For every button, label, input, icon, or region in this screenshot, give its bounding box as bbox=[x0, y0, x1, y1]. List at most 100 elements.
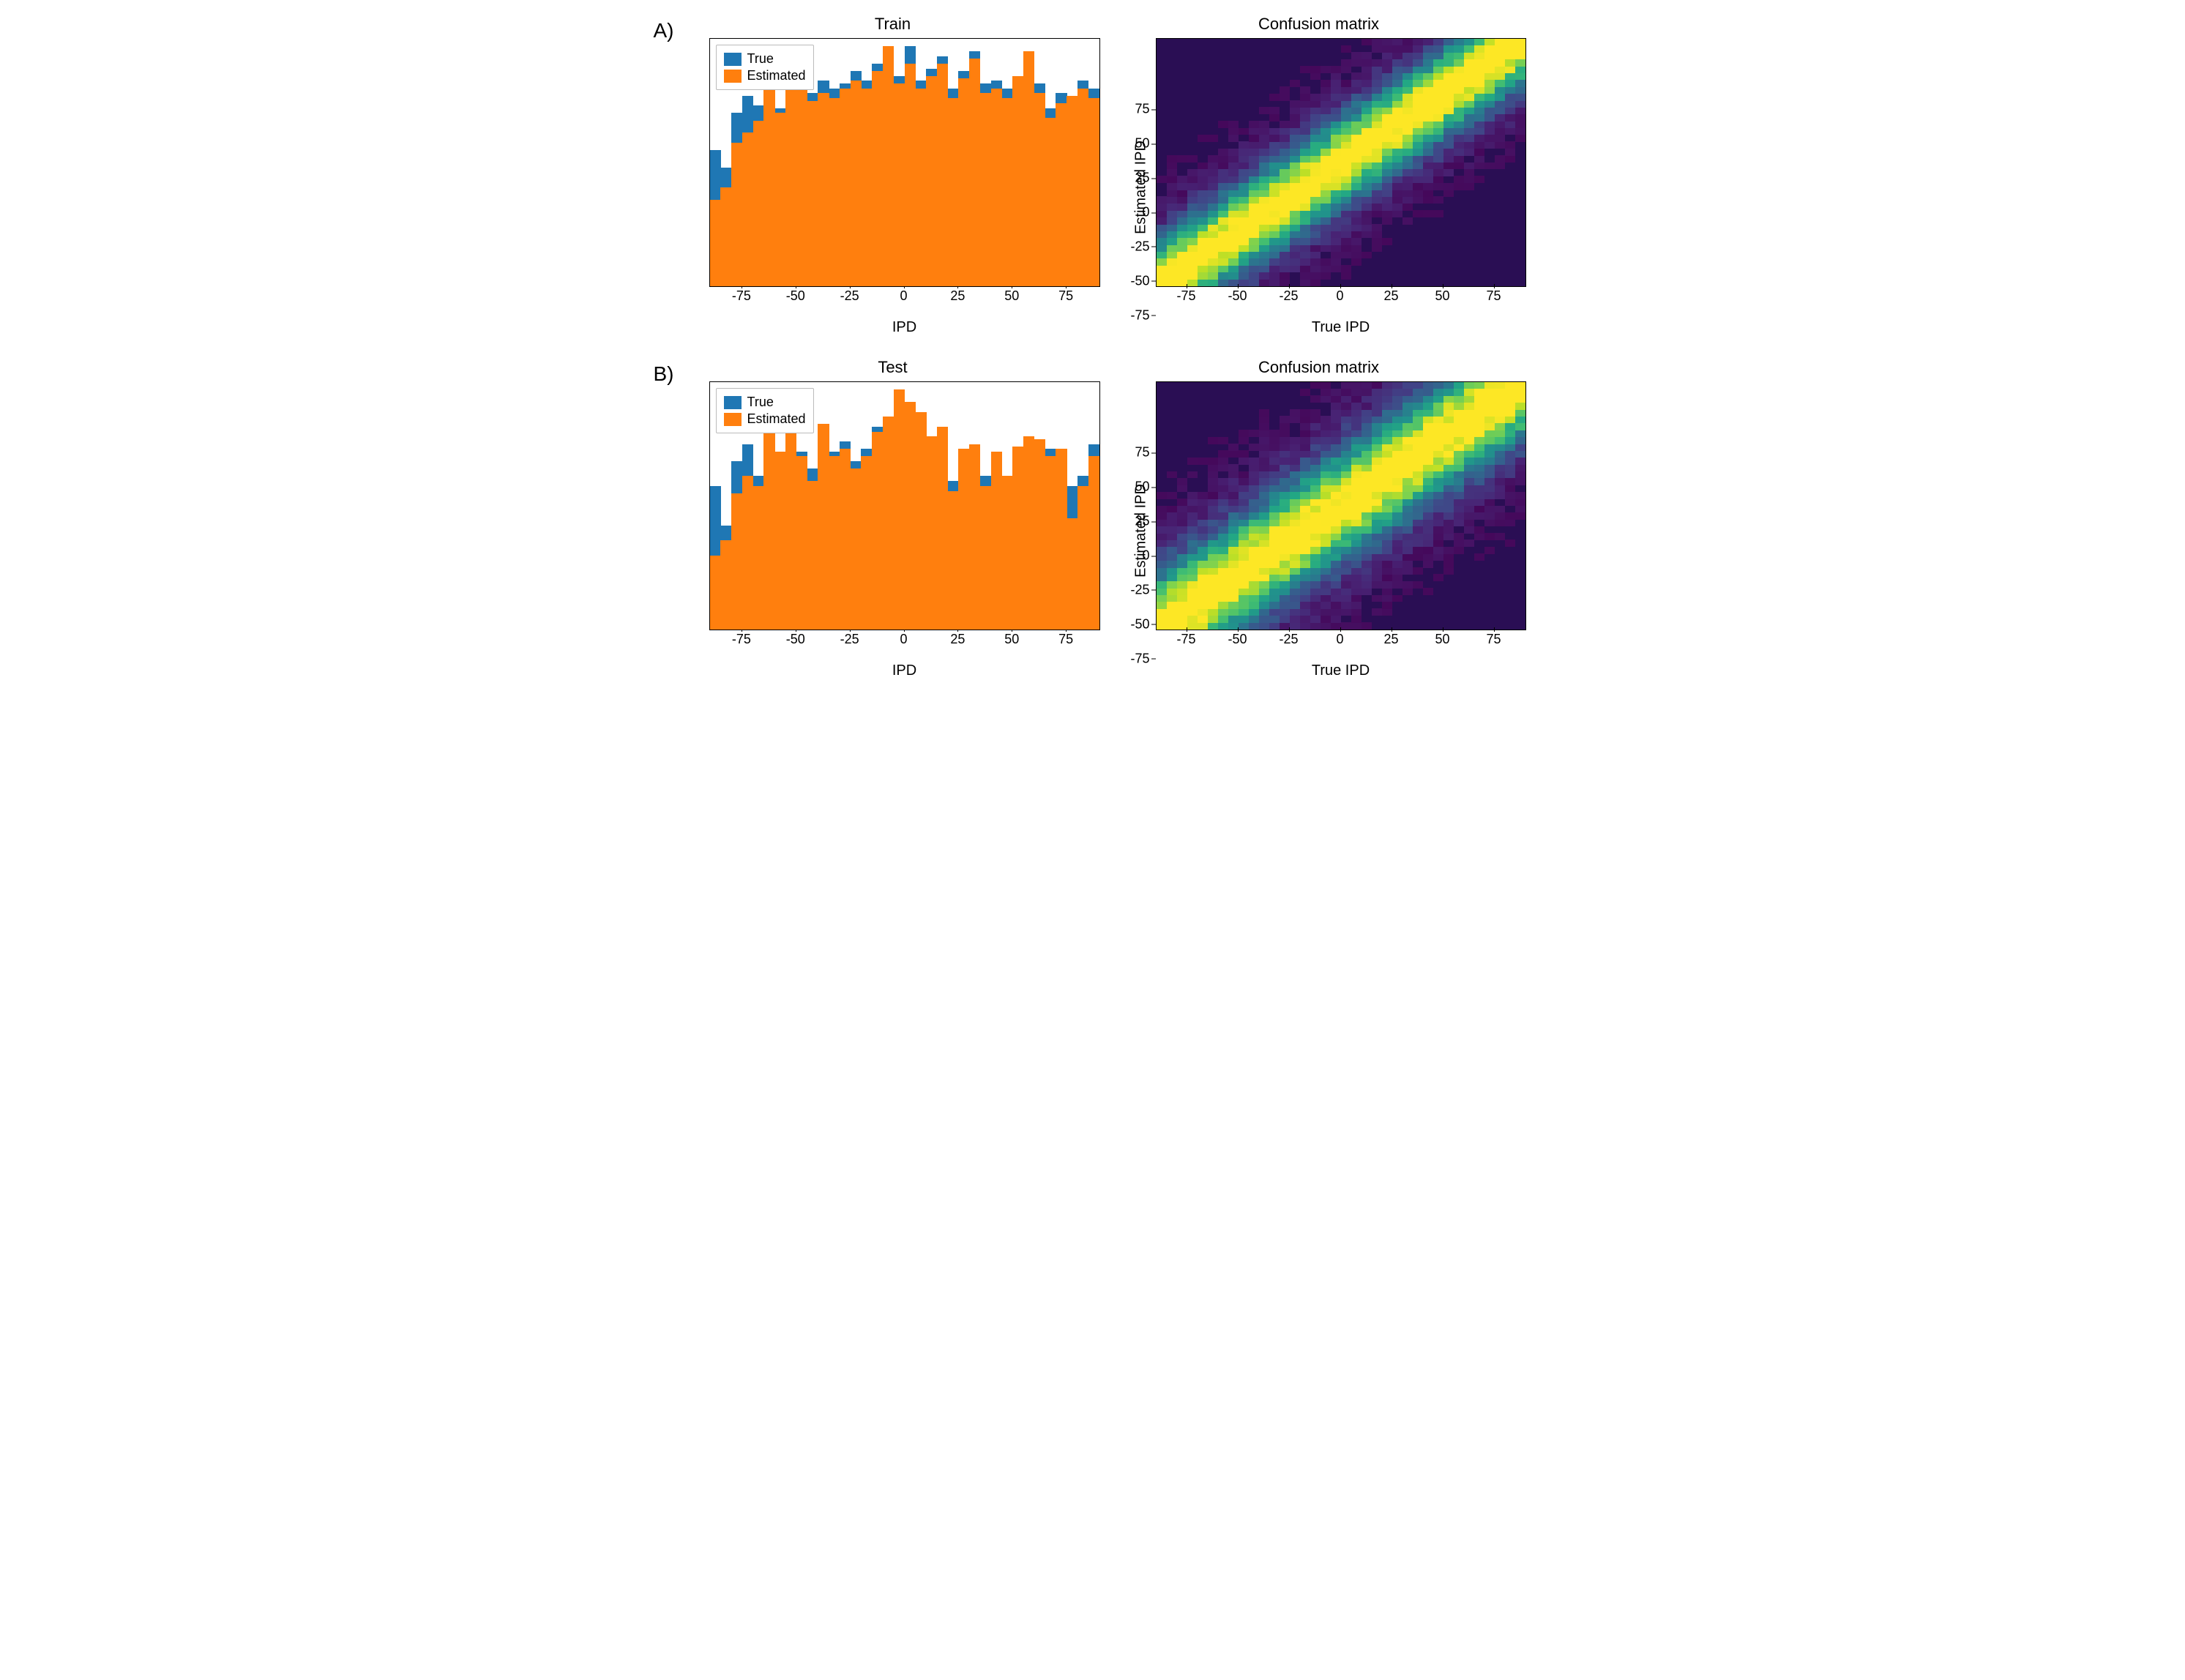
heat-cell bbox=[1280, 252, 1291, 259]
heat-cell bbox=[1351, 190, 1362, 197]
bar-estimated bbox=[720, 540, 731, 630]
heat-cell bbox=[1351, 403, 1362, 410]
heat-cell bbox=[1495, 471, 1506, 479]
bar-estimated bbox=[840, 89, 851, 286]
heat-cell bbox=[1362, 499, 1372, 506]
heat-cell bbox=[1331, 114, 1342, 122]
heat-cell bbox=[1218, 265, 1229, 272]
heat-cell bbox=[1208, 265, 1219, 272]
heat-cell bbox=[1280, 155, 1291, 163]
heat-cell bbox=[1290, 231, 1301, 238]
heat-cell bbox=[1290, 416, 1301, 423]
heat-cell bbox=[1484, 66, 1495, 73]
heat-cell bbox=[1454, 416, 1465, 423]
panel-label-a: A) bbox=[654, 15, 680, 42]
heat-cell bbox=[1362, 547, 1372, 554]
heat-cell bbox=[1464, 485, 1475, 492]
bar-estimated bbox=[948, 98, 959, 286]
heat-cell bbox=[1280, 464, 1291, 471]
heat-cell bbox=[1269, 608, 1280, 616]
heat-cell bbox=[1351, 258, 1362, 266]
heat-cell bbox=[1208, 464, 1219, 471]
bar-estimated bbox=[785, 424, 796, 630]
heat-cell bbox=[1198, 183, 1209, 190]
heat-cell bbox=[1413, 149, 1424, 156]
heat-cell bbox=[1208, 135, 1219, 142]
heat-cell bbox=[1259, 574, 1270, 581]
heat-cell bbox=[1464, 121, 1475, 128]
heat-cell bbox=[1484, 409, 1495, 417]
heat-cell bbox=[1454, 395, 1465, 403]
heat-cell bbox=[1280, 471, 1291, 479]
heat-cell bbox=[1402, 512, 1413, 520]
panel-label-b: B) bbox=[654, 358, 680, 386]
heat-cell bbox=[1259, 567, 1270, 575]
heat-cell bbox=[1280, 135, 1291, 142]
heat-cell bbox=[1187, 533, 1198, 540]
heat-cell bbox=[1259, 163, 1270, 170]
heat-cell bbox=[1341, 478, 1352, 485]
heat-cell bbox=[1464, 458, 1475, 465]
heat-cell bbox=[1310, 519, 1321, 526]
heat-cell bbox=[1372, 553, 1383, 561]
heat-cell bbox=[1443, 492, 1454, 499]
heat-cell bbox=[1423, 512, 1434, 520]
heat-cell bbox=[1382, 478, 1393, 485]
heat-cell bbox=[1239, 519, 1250, 526]
heat-cell bbox=[1402, 94, 1413, 101]
heat-cell bbox=[1157, 608, 1168, 616]
heat-cell bbox=[1495, 478, 1506, 485]
heat-cell bbox=[1228, 238, 1239, 245]
heat-cell bbox=[1269, 196, 1280, 204]
heat-cell bbox=[1372, 121, 1383, 128]
heat-cell bbox=[1362, 567, 1372, 575]
heat-cell bbox=[1239, 561, 1250, 568]
heat-cell bbox=[1218, 540, 1229, 547]
heat-cell bbox=[1382, 100, 1393, 108]
heat-cell bbox=[1402, 128, 1413, 135]
heat-cell bbox=[1382, 94, 1393, 101]
heat-cell bbox=[1280, 561, 1291, 568]
heat-cell bbox=[1474, 444, 1485, 451]
heat-cell bbox=[1239, 272, 1250, 280]
heat-cell bbox=[1187, 204, 1198, 211]
heat-cell bbox=[1413, 533, 1424, 540]
heat-cell bbox=[1290, 183, 1301, 190]
heat-cell bbox=[1321, 574, 1331, 581]
heat-cell bbox=[1300, 526, 1311, 534]
heat-cell bbox=[1300, 437, 1311, 444]
heat-cell bbox=[1157, 616, 1168, 623]
heat-cell bbox=[1228, 244, 1239, 252]
heat-cell bbox=[1423, 128, 1434, 135]
heat-cell bbox=[1392, 86, 1403, 94]
heat-cell bbox=[1382, 80, 1393, 87]
heat-cell bbox=[1464, 492, 1475, 499]
heat-cell bbox=[1433, 485, 1444, 492]
heat-cell bbox=[1208, 506, 1219, 513]
heat-cell bbox=[1484, 533, 1495, 540]
bar-estimated bbox=[742, 476, 753, 630]
heat-cell bbox=[1290, 533, 1301, 540]
heat-cell bbox=[1280, 183, 1291, 190]
bar-estimated bbox=[840, 449, 851, 630]
heat-cell bbox=[1198, 553, 1209, 561]
heat-cell bbox=[1484, 458, 1495, 465]
heat-cell bbox=[1392, 210, 1403, 217]
heat-cell bbox=[1300, 163, 1311, 170]
heat-cell bbox=[1269, 231, 1280, 238]
heat-cell bbox=[1198, 567, 1209, 575]
heat-cell bbox=[1495, 403, 1506, 410]
heat-cell bbox=[1495, 506, 1506, 513]
heat-cell bbox=[1372, 595, 1383, 602]
heat-cell bbox=[1423, 471, 1434, 479]
heat-cell bbox=[1208, 238, 1219, 245]
heat-cell bbox=[1300, 519, 1311, 526]
heat-cell bbox=[1239, 141, 1250, 149]
heat-cell bbox=[1423, 464, 1434, 471]
heat-cell bbox=[1239, 499, 1250, 506]
heat-cell bbox=[1208, 540, 1219, 547]
heat-cell bbox=[1382, 430, 1393, 437]
heat-cell bbox=[1443, 567, 1454, 575]
heat-cell bbox=[1300, 533, 1311, 540]
heat-cell bbox=[1474, 403, 1485, 410]
